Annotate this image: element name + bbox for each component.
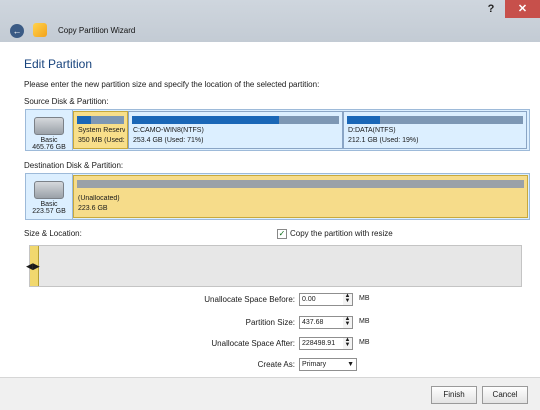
partition-name: (Unallocated) [78, 195, 120, 202]
source-disk-info: Basic 465.76 GB [26, 110, 73, 151]
usage-bar [347, 116, 523, 124]
partition-c-drive[interactable]: C:CAMO-WIN8(NTFS) 253.4 GB (Used: 71%) [128, 111, 343, 149]
page-title: Edit Partition [24, 57, 93, 71]
partition-info: 350 MB (Used: [78, 137, 125, 144]
partition-size-input[interactable]: 437.68 [299, 316, 347, 329]
disk-drive-icon [34, 181, 64, 199]
partition-size-unit: MB [359, 318, 370, 325]
partition-info: 212.1 GB (Used: 19%) [348, 137, 419, 144]
partition-name: C:CAMO-WIN8(NTFS) [133, 127, 204, 134]
checkmark-icon: ✓ [278, 229, 286, 238]
disk-drive-icon [34, 117, 64, 135]
disk-type: Basic [40, 201, 58, 208]
partition-info: 253.4 GB (Used: 71%) [133, 137, 204, 144]
usage-fill [132, 116, 279, 124]
spin-down-icon: ▼ [344, 321, 351, 327]
space-before-spinner[interactable]: ▲ ▼ [343, 293, 353, 306]
space-after-input[interactable]: 228498.91 [299, 337, 347, 350]
partition-system-reserved[interactable]: System Reserv 350 MB (Used: [73, 111, 128, 149]
space-after-label: Unallocate Space After: [211, 339, 295, 348]
instructions-text: Please enter the new partition size and … [24, 80, 320, 89]
source-disk-row[interactable]: Basic 465.76 GB System Reserv 350 MB (Us… [25, 109, 530, 151]
space-before-label: Unallocate Space Before: [204, 295, 295, 304]
chevron-down-icon: ▼ [347, 361, 354, 368]
space-after-unit: MB [359, 339, 370, 346]
usage-bar [77, 180, 524, 188]
spin-down-icon: ▼ [344, 342, 351, 348]
partition-size-spinner[interactable]: ▲ ▼ [343, 316, 353, 329]
back-arrow-icon[interactable]: ← [10, 24, 24, 38]
close-button[interactable]: ✕ [505, 0, 540, 18]
partition-info: 223.6 GB [78, 205, 108, 212]
space-before-unit: MB [359, 295, 370, 302]
slider-arrow-icon: ◀▶ [26, 261, 40, 271]
usage-fill [347, 116, 381, 124]
destination-disk-label: Destination Disk & Partition: [24, 161, 124, 170]
disk-type: Basic [40, 137, 58, 144]
destination-disk-info: Basic 223.57 GB [26, 174, 73, 219]
cancel-button[interactable]: Cancel [482, 386, 528, 404]
finish-button[interactable]: Finish [431, 386, 477, 404]
spin-down-icon: ▼ [344, 298, 351, 304]
size-location-label: Size & Location: [24, 229, 82, 238]
usage-bar [132, 116, 339, 124]
disk-size: 465.76 GB [32, 144, 66, 151]
space-after-spinner[interactable]: ▲ ▼ [343, 337, 353, 350]
partition-location-slider[interactable]: ◀▶ [26, 245, 522, 287]
create-as-value: Primary [302, 361, 327, 368]
wizard-content: Edit Partition Please enter the new part… [0, 42, 540, 410]
partition-d-drive[interactable]: D:DATA(NTFS) 212.1 GB (Used: 19%) [343, 111, 527, 149]
title-bar: ? ✕ ← Copy Partition Wizard [0, 0, 540, 42]
wizard-app-icon [33, 23, 47, 37]
partition-resize-handle[interactable]: ◀▶ [26, 246, 40, 286]
footer-bar: Finish Cancel [0, 377, 540, 410]
partition-size-label: Partition Size: [245, 318, 295, 327]
create-as-label: Create As: [257, 360, 295, 369]
partition-unallocated[interactable]: (Unallocated) 223.6 GB [73, 175, 528, 218]
usage-bar [77, 116, 124, 124]
window-title: Copy Partition Wizard [58, 26, 136, 35]
partition-name: System Reserv [78, 127, 126, 134]
disk-size: 223.57 GB [32, 208, 66, 215]
help-button[interactable]: ? [478, 0, 504, 18]
create-as-select[interactable]: Primary ▼ [299, 358, 357, 371]
destination-disk-row[interactable]: Basic 223.57 GB (Unallocated) 223.6 GB [25, 173, 530, 220]
usage-fill [77, 116, 92, 124]
space-before-input[interactable]: 0.00 [299, 293, 347, 306]
source-disk-label: Source Disk & Partition: [24, 97, 109, 106]
resize-checkbox[interactable]: ✓ [277, 229, 287, 239]
partition-name: D:DATA(NTFS) [348, 127, 396, 134]
resize-checkbox-label[interactable]: Copy the partition with resize [290, 229, 393, 238]
